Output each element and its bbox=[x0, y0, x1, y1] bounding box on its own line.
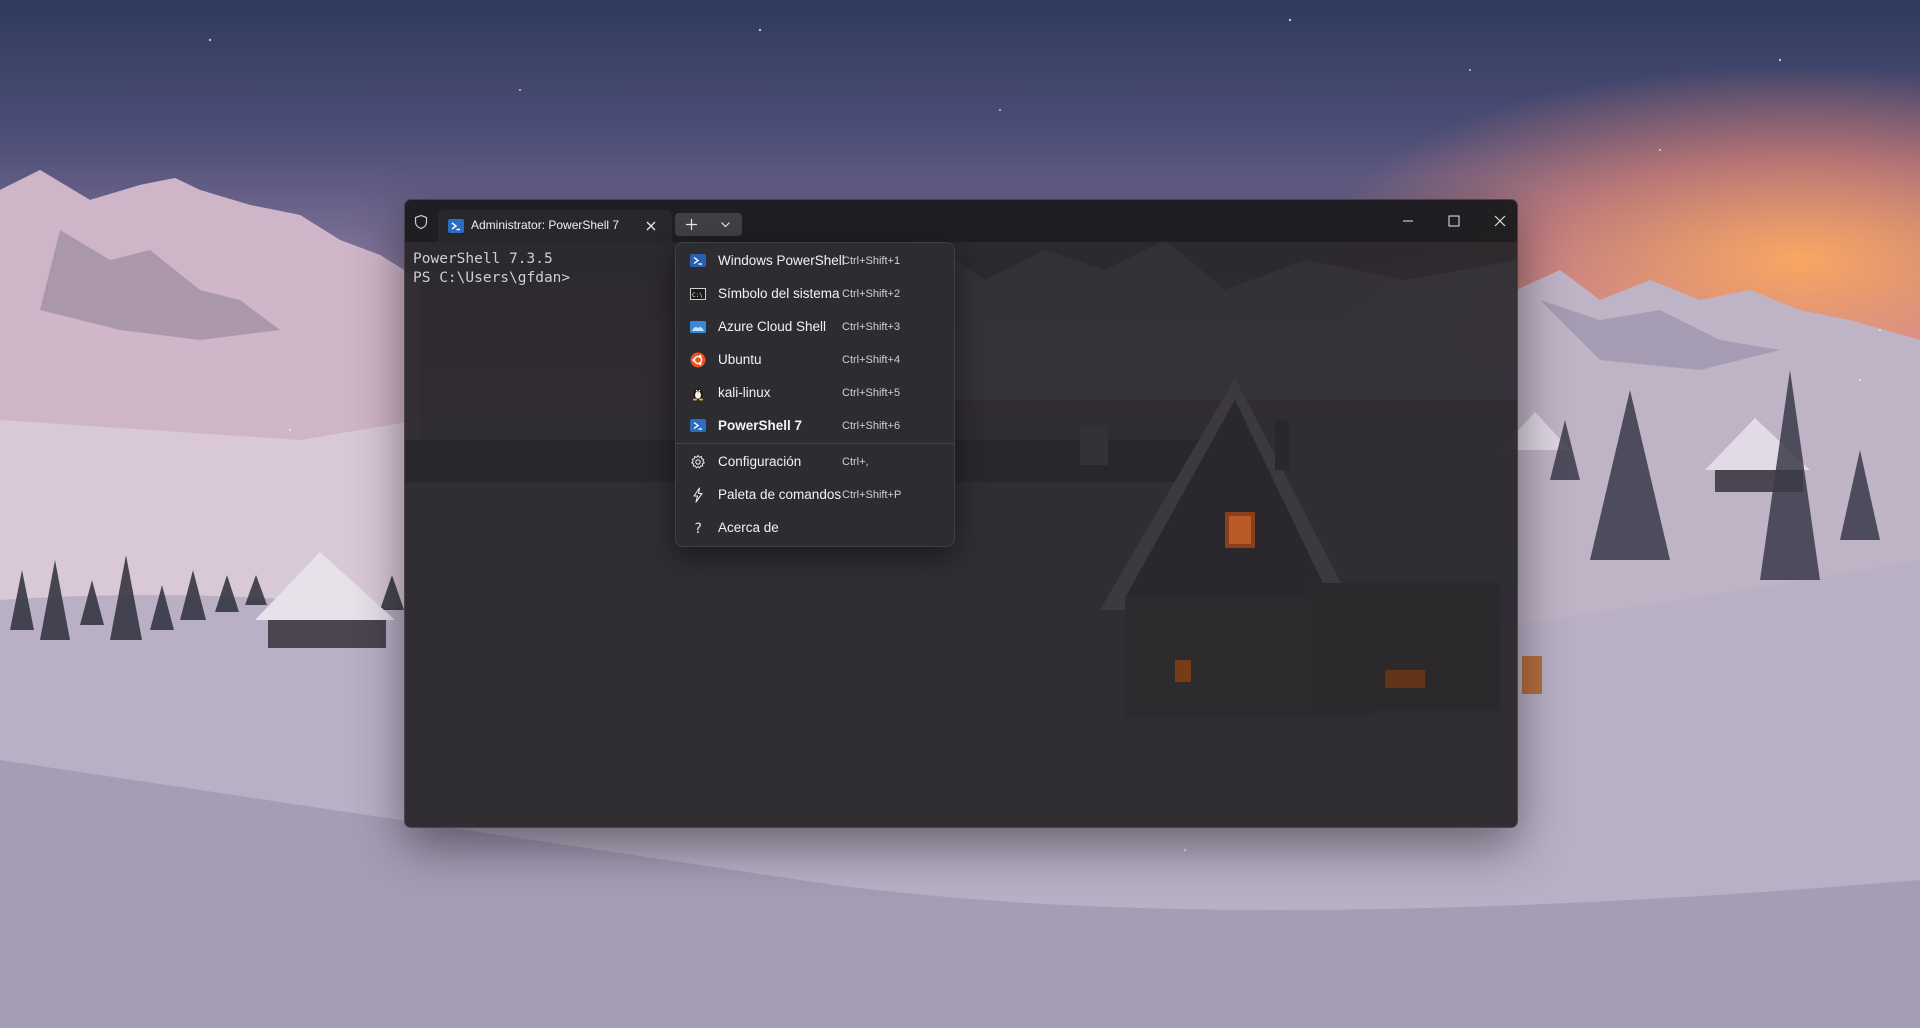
powershell-icon bbox=[448, 219, 464, 233]
ubuntu-icon bbox=[690, 352, 706, 368]
menu-label: Acerca de bbox=[718, 520, 779, 535]
minimize-button[interactable] bbox=[1385, 208, 1431, 234]
menu-label: Azure Cloud Shell bbox=[718, 319, 827, 334]
terminal-output[interactable]: PowerShell 7.3.5 PS C:\Users\gfdan> bbox=[413, 250, 570, 288]
close-tab-icon[interactable] bbox=[643, 218, 659, 234]
tab-administrator-powershell[interactable]: Administrator: PowerShell 7 bbox=[438, 210, 672, 242]
menu-label: Windows PowerShell bbox=[718, 253, 845, 268]
menu-item-about[interactable]: ? Acerca de bbox=[680, 513, 950, 544]
menu-label: Ubuntu bbox=[718, 352, 762, 367]
menu-shortcut: Ctrl+Shift+6 bbox=[842, 420, 901, 432]
menu-item-windows-powershell[interactable]: Windows PowerShell Ctrl+Shift+1 bbox=[680, 246, 950, 277]
svg-text:C:\: C:\ bbox=[692, 292, 703, 299]
menu-shortcut: Ctrl+Shift+1 bbox=[842, 255, 901, 267]
menu-shortcut: Ctrl+Shift+3 bbox=[842, 321, 901, 333]
menu-shortcut: Ctrl+Shift+2 bbox=[842, 288, 901, 300]
shield-icon bbox=[414, 214, 428, 230]
svg-text:?: ? bbox=[695, 521, 702, 536]
menu-label: PowerShell 7 bbox=[718, 418, 803, 433]
terminal-line: PowerShell 7.3.5 bbox=[413, 251, 553, 267]
menu-separator bbox=[676, 443, 954, 444]
command-prompt-icon: C:\ bbox=[690, 288, 706, 300]
windows-powershell-icon bbox=[690, 254, 706, 267]
terminal-background-image bbox=[405, 240, 1517, 827]
menu-shortcut: Ctrl+Shift+5 bbox=[842, 387, 901, 399]
kali-linux-icon bbox=[693, 388, 703, 401]
azure-cloud-shell-icon bbox=[690, 321, 706, 333]
question-icon: ? bbox=[695, 521, 702, 536]
menu-item-ubuntu[interactable]: Ubuntu Ctrl+Shift+4 bbox=[680, 345, 950, 376]
menu-shortcut: Ctrl+Shift+P bbox=[842, 489, 902, 501]
terminal-window: Administrator: PowerShell 7 PowerShell 7… bbox=[404, 199, 1518, 828]
new-tab-group bbox=[675, 213, 742, 236]
menu-label: kali-linux bbox=[718, 385, 771, 400]
close-window-button[interactable] bbox=[1477, 208, 1518, 234]
menu-label: Símbolo del sistema bbox=[718, 286, 840, 301]
desktop-background: Administrator: PowerShell 7 PowerShell 7… bbox=[0, 0, 1920, 1028]
menu-shortcut: Ctrl+, bbox=[842, 456, 869, 468]
terminal-prompt: PS C:\Users\gfdan> bbox=[413, 270, 571, 286]
menu-item-settings[interactable]: Configuración Ctrl+, bbox=[680, 447, 950, 478]
new-tab-dropdown-menu: Windows PowerShell Ctrl+Shift+1 C:\ Símb… bbox=[675, 242, 955, 547]
lightning-icon bbox=[693, 487, 703, 503]
title-bar: Administrator: PowerShell 7 bbox=[405, 200, 1517, 242]
menu-item-command-prompt[interactable]: C:\ Símbolo del sistema Ctrl+Shift+2 bbox=[680, 279, 950, 310]
gear-icon bbox=[690, 454, 706, 469]
menu-label: Paleta de comandos bbox=[718, 487, 842, 502]
menu-item-kali-linux[interactable]: kali-linux Ctrl+Shift+5 bbox=[680, 378, 950, 409]
new-tab-button[interactable] bbox=[675, 213, 708, 236]
chevron-down-icon[interactable] bbox=[709, 213, 742, 236]
menu-item-azure-cloud-shell[interactable]: Azure Cloud Shell Ctrl+Shift+3 bbox=[680, 312, 950, 343]
menu-shortcut: Ctrl+Shift+4 bbox=[842, 354, 901, 366]
menu-item-powershell-7[interactable]: PowerShell 7 Ctrl+Shift+6 bbox=[680, 411, 950, 442]
maximize-button[interactable] bbox=[1431, 208, 1477, 234]
powershell-7-icon bbox=[690, 419, 706, 432]
menu-label: Configuración bbox=[718, 454, 802, 469]
tab-title: Administrator: PowerShell 7 bbox=[471, 218, 620, 232]
menu-item-command-palette[interactable]: Paleta de comandos Ctrl+Shift+P bbox=[680, 480, 950, 511]
